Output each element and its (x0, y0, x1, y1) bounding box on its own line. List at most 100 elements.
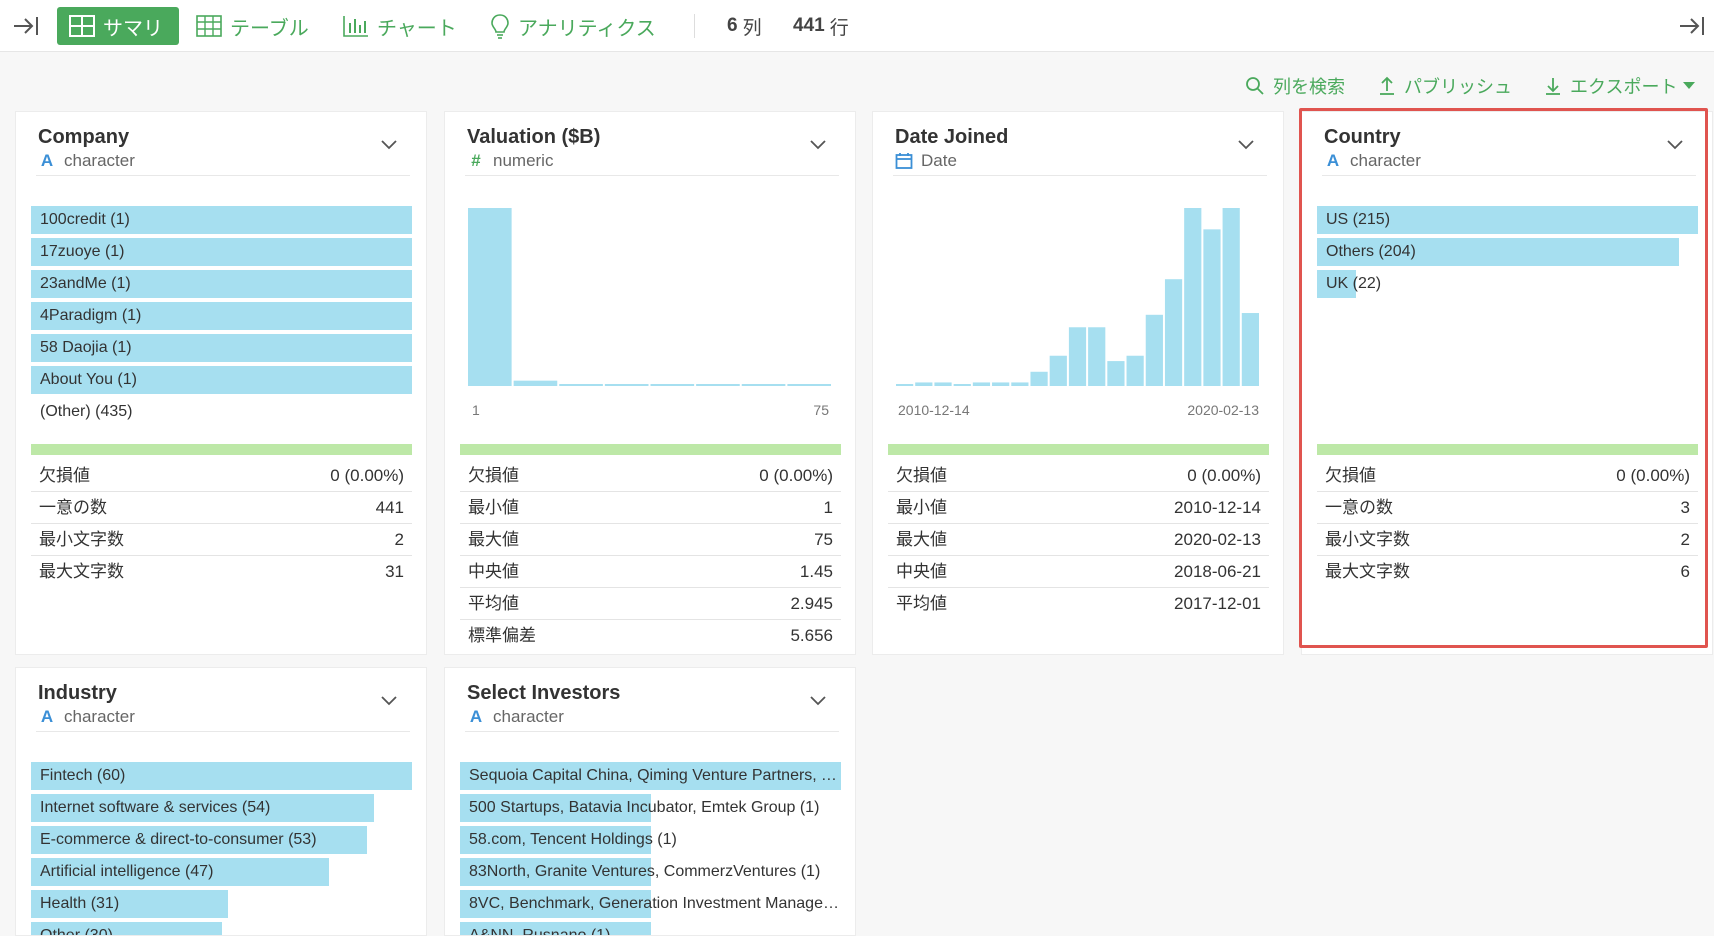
value-bar[interactable]: 58 Daojia (1) (31, 334, 412, 362)
histogram-bar[interactable] (1184, 208, 1202, 386)
value-bar[interactable]: E-commerce & direct-to-consumer (53) (31, 826, 412, 854)
card-title: Industry (38, 682, 117, 704)
histogram-bar[interactable] (953, 384, 971, 386)
value-bar[interactable]: UK (22) (1317, 270, 1698, 298)
histogram-bar[interactable] (787, 384, 831, 386)
search-columns-link[interactable]: 列を検索 (1245, 72, 1345, 100)
stats-table: 欠損値 0 (0.00%) 一意の数 3 最小文字数 2 最大文字数 6 (1317, 460, 1698, 588)
histogram-bar[interactable] (741, 384, 786, 386)
bar-label: Sequoia Capital China, Qiming Venture Pa… (469, 767, 841, 784)
value-bar[interactable]: (Other) (435) (31, 398, 412, 426)
collapse-left-icon[interactable] (12, 14, 40, 43)
value-bar[interactable]: 500 Startups, Batavia Incubator, Emtek G… (460, 794, 841, 822)
histogram-bar[interactable] (1222, 208, 1240, 386)
value-bars: Fintech (60) Internet software & service… (31, 762, 412, 935)
value-bar[interactable]: Others (204) (1317, 238, 1698, 266)
tab-analytics[interactable]: アナリティクス (490, 0, 656, 52)
histogram-bar[interactable] (1088, 327, 1106, 386)
data-quality-bar (888, 444, 1269, 455)
histogram-bar[interactable] (1241, 313, 1259, 386)
histogram-bar[interactable] (1164, 279, 1183, 386)
histogram-axis: 2010-12-14 2020-02-13 (888, 402, 1269, 418)
histogram[interactable] (460, 206, 841, 386)
histogram-bar[interactable] (1030, 371, 1048, 386)
histogram-bar[interactable] (696, 384, 740, 386)
value-bar[interactable]: A&NN, Rusnano (1) (460, 922, 841, 936)
histogram-bar[interactable] (972, 382, 991, 386)
character-type-icon: A (469, 707, 483, 726)
value-bar[interactable]: US (215) (1317, 206, 1698, 234)
stat-value: 6 (1680, 562, 1690, 581)
stat-value: 1 (823, 498, 833, 517)
chevron-down-icon[interactable] (809, 694, 827, 712)
chevron-down-icon[interactable] (1666, 138, 1684, 156)
value-bar[interactable]: 23andMe (1) (31, 270, 412, 298)
chevron-down-icon[interactable] (380, 694, 398, 712)
value-bar[interactable]: 58.com, Tencent Holdings (1) (460, 826, 841, 854)
value-bar[interactable]: 8VC, Benchmark, Generation Investment Ma… (460, 890, 841, 918)
stat-label: 最大文字数 (1325, 562, 1410, 581)
bar-label: 8VC, Benchmark, Generation Investment Ma… (469, 895, 841, 912)
stat-row: 最小文字数 2 (31, 524, 412, 556)
card-type: # numeric (467, 151, 553, 171)
bar-chart-icon (343, 15, 369, 37)
value-bars: Sequoia Capital China, Qiming Venture Pa… (460, 762, 841, 936)
value-bar[interactable]: About You (1) (31, 366, 412, 394)
value-bar[interactable]: Artificial intelligence (47) (31, 858, 412, 886)
histogram-bar[interactable] (1145, 314, 1163, 386)
chevron-down-icon[interactable] (380, 138, 398, 156)
column-card-industry: Industry A character Fintech (60) Intern… (15, 667, 427, 936)
value-bar[interactable]: 17zuoye (1) (31, 238, 412, 266)
stat-value: 2 (1680, 530, 1690, 549)
column-card-select-investors: Select Investors A character Sequoia Cap… (444, 667, 856, 936)
value-bar[interactable]: Sequoia Capital China, Qiming Venture Pa… (460, 762, 841, 790)
histogram-bar[interactable] (896, 384, 914, 386)
histogram-bar[interactable] (1049, 355, 1067, 386)
chevron-down-icon[interactable] (809, 138, 827, 156)
value-bar[interactable]: 100credit (1) (31, 206, 412, 234)
tab-chart[interactable]: チャート (343, 0, 457, 52)
stat-label: 中央値 (468, 562, 519, 581)
stat-label: 最小値 (468, 498, 519, 517)
value-bar[interactable]: Other (30) (31, 922, 412, 935)
histogram-bar[interactable] (604, 384, 649, 386)
stat-label: 最大文字数 (39, 562, 124, 581)
histogram-bar[interactable] (915, 382, 933, 386)
histogram-bar[interactable] (934, 382, 952, 386)
export-dropdown[interactable]: エクスポート (1544, 72, 1696, 100)
histogram-bar[interactable] (513, 380, 558, 386)
stat-value: 3 (1680, 498, 1690, 517)
bar-label: A&NN, Rusnano (1) (469, 927, 611, 936)
bar-label: 4Paradigm (1) (40, 307, 142, 324)
histogram-bar[interactable] (559, 384, 603, 386)
histogram-bar[interactable] (1011, 382, 1029, 386)
chevron-down-icon[interactable] (1237, 138, 1255, 156)
tab-table[interactable]: テーブル (196, 0, 309, 52)
stat-value: 441 (375, 498, 404, 517)
collapse-right-icon[interactable] (1678, 14, 1706, 43)
character-type-icon: A (1326, 151, 1340, 170)
histogram[interactable] (888, 206, 1269, 386)
value-bar[interactable]: Internet software & services (54) (31, 794, 412, 822)
bar-label: UK (22) (1326, 275, 1382, 292)
histogram-bar[interactable] (1107, 361, 1125, 386)
value-bar[interactable]: Fintech (60) (31, 762, 412, 790)
stat-label: 最大値 (896, 530, 947, 549)
histogram-min-label: 2010-12-14 (898, 402, 970, 418)
histogram-bar[interactable] (1203, 229, 1221, 386)
publish-link[interactable]: パブリッシュ (1378, 72, 1512, 100)
histogram-bar[interactable] (1126, 355, 1144, 386)
histogram-bar[interactable] (992, 382, 1010, 386)
value-bar[interactable]: 83North, Granite Ventures, CommerzVentur… (460, 858, 841, 886)
column-card-valuation: Valuation ($B) # numeric 1 75 欠損値 0 (0.00… (444, 111, 856, 655)
stat-value: 2018-06-21 (1174, 562, 1261, 581)
card-type-label: character (493, 707, 564, 726)
value-bar[interactable]: 4Paradigm (1) (31, 302, 412, 330)
histogram-bar[interactable] (468, 208, 512, 386)
histogram-bar[interactable] (650, 384, 695, 386)
value-bar[interactable]: Health (31) (31, 890, 412, 918)
stat-row: 欠損値 0 (0.00%) (460, 460, 841, 492)
histogram-bar[interactable] (1068, 327, 1087, 386)
stat-value: 0 (0.00%) (1187, 466, 1261, 485)
tab-summary[interactable]: サマリ (57, 7, 179, 45)
